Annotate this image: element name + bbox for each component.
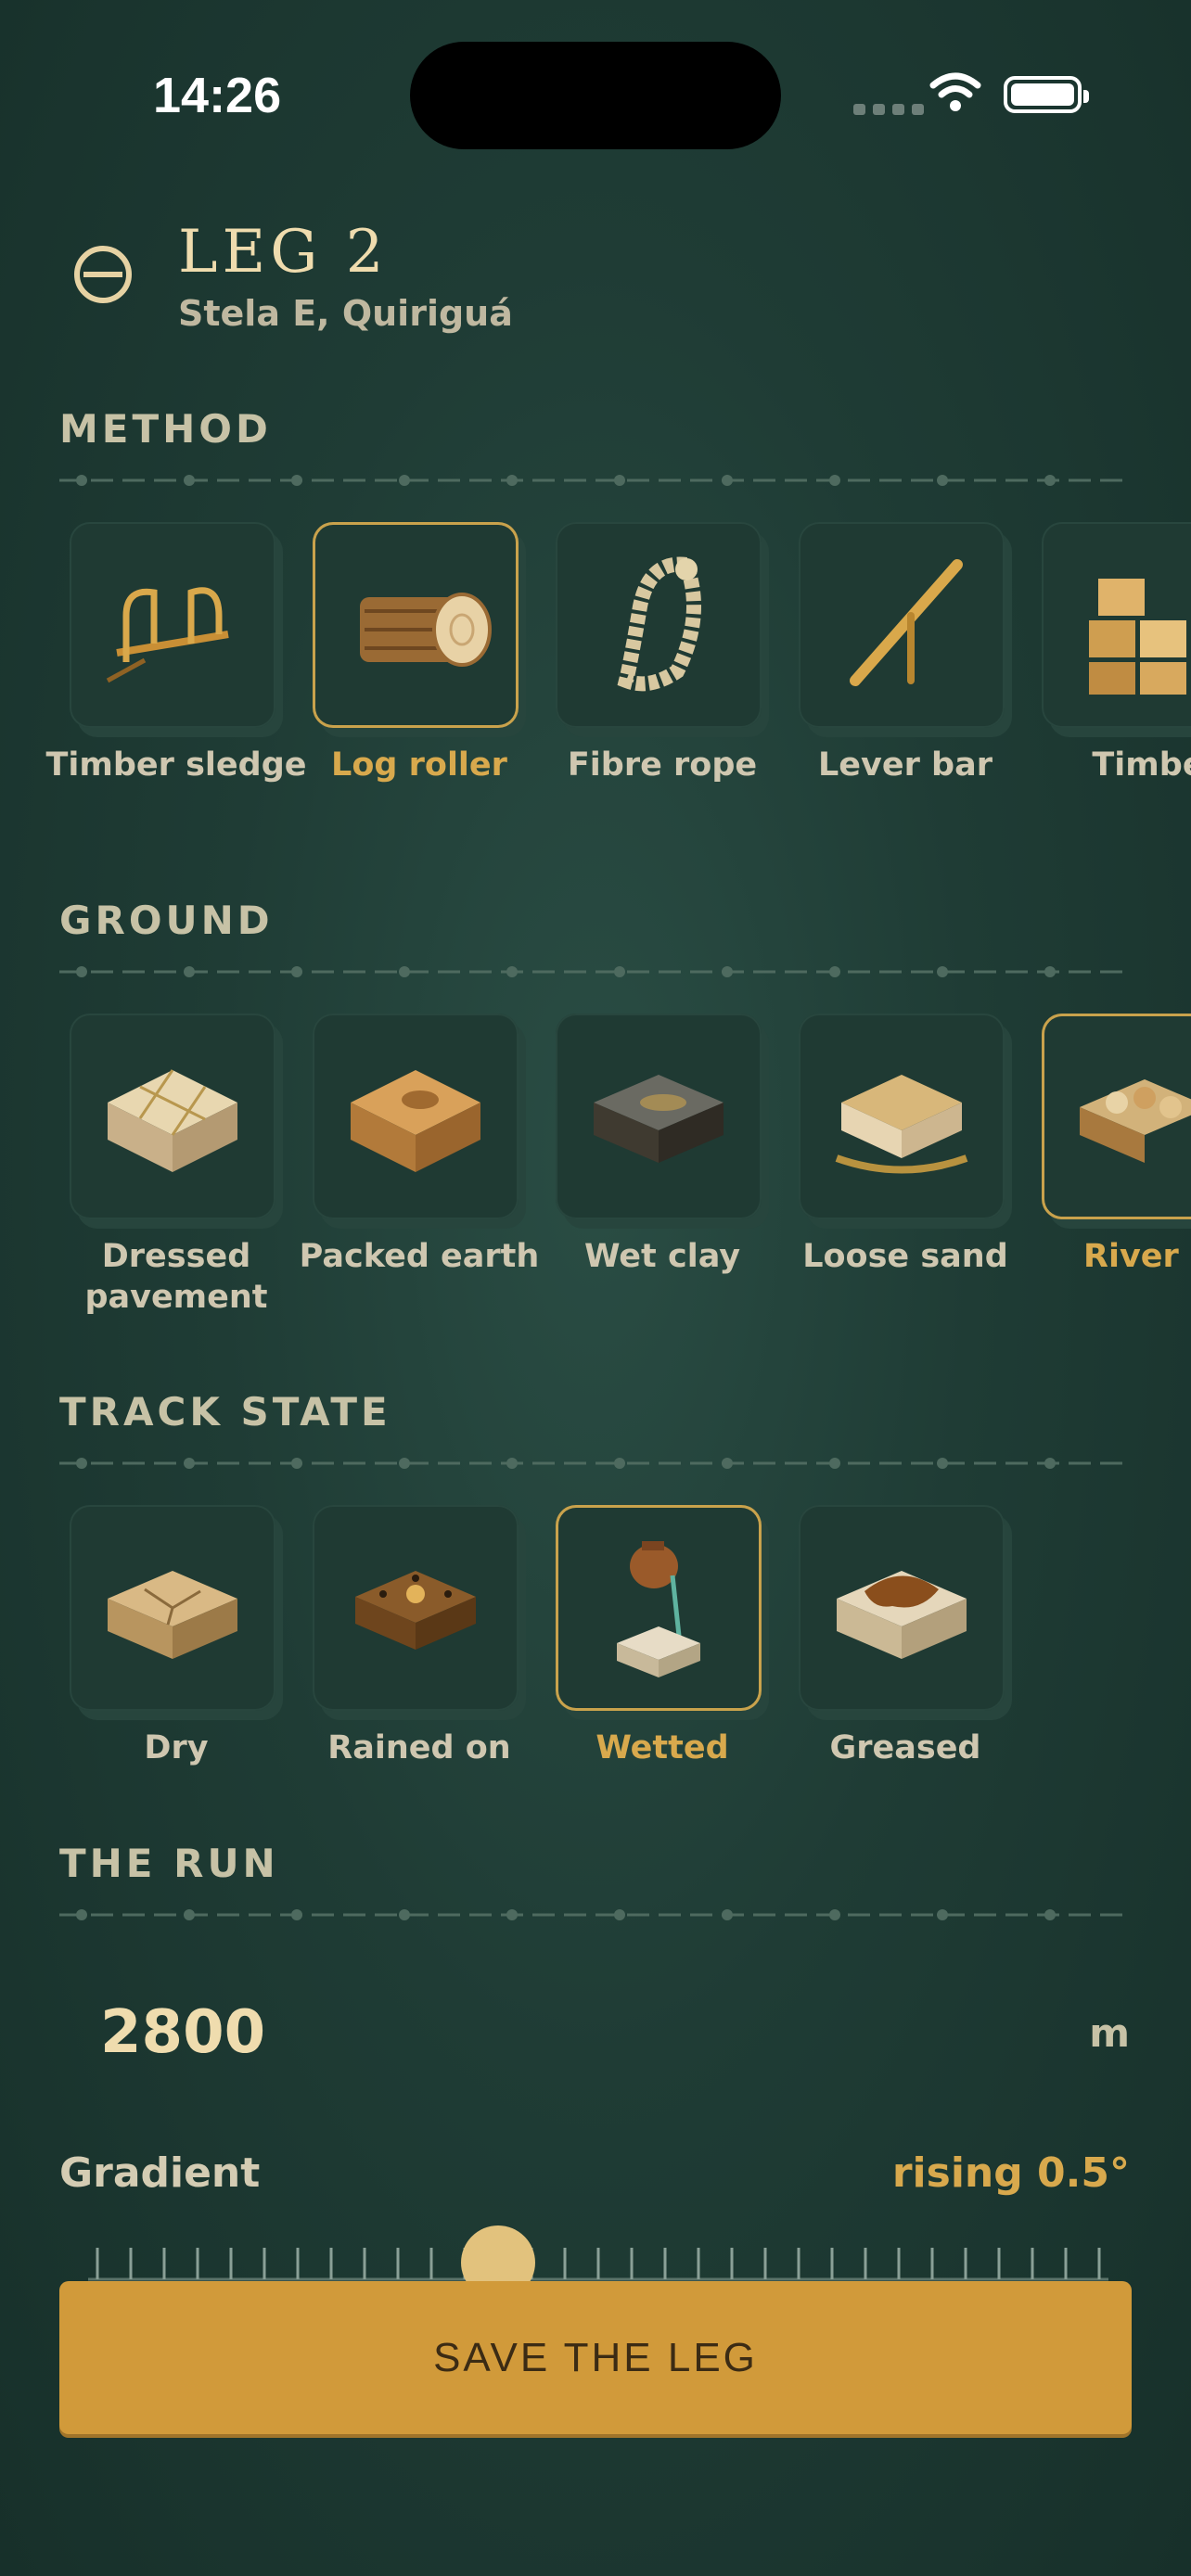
tile-card — [556, 1014, 762, 1219]
sledge-icon — [106, 587, 229, 683]
track-state-options-row: Dry Rained on Wetted Greased — [0, 1505, 1191, 1820]
collapse-circle-icon[interactable] — [74, 246, 132, 303]
tile-card — [1042, 1014, 1191, 1219]
section-title-ground: GROUND — [59, 898, 274, 943]
water-jug-icon — [617, 1541, 700, 1677]
tile-card — [313, 522, 519, 728]
section-divider — [59, 1909, 1132, 1920]
tile-label: Timber sledge — [45, 746, 307, 784]
tile-label: Greased — [829, 1729, 981, 1766]
leg-title: LEG 2 — [178, 218, 389, 287]
method-options-row: Timber sledge Log roller Fibre rope Leve… — [0, 522, 1191, 837]
pavement-icon — [108, 1069, 237, 1172]
tile-card — [1042, 522, 1191, 728]
tile-card — [313, 1014, 519, 1219]
tile-card — [556, 1505, 762, 1711]
tile-label: Log roller — [331, 746, 507, 784]
cellular-signal-icon — [853, 104, 924, 115]
rained-block-icon — [355, 1571, 476, 1650]
log-icon — [360, 593, 492, 667]
status-bar: 14:26 — [0, 0, 1191, 185]
section-divider — [59, 475, 1132, 486]
timber-blocks-icon — [1089, 579, 1186, 695]
tile-label: Lever bar — [818, 746, 992, 784]
section-divider — [59, 1458, 1132, 1469]
tile-label: Wet clay — [583, 1238, 741, 1275]
rope-icon — [617, 556, 701, 692]
tile-card — [799, 1505, 1005, 1711]
battery-icon — [1004, 76, 1089, 113]
tile-label: River g — [1083, 1238, 1191, 1275]
river-gravel-icon — [1080, 1079, 1191, 1163]
lever-icon — [850, 559, 963, 686]
tile-label: Rained on — [327, 1729, 511, 1766]
tile-card — [556, 522, 762, 728]
slider-ticks — [88, 2248, 1108, 2281]
dynamic-island — [410, 42, 781, 149]
earth-icon — [351, 1070, 480, 1172]
tile-card — [799, 522, 1005, 728]
gradient-label: Gradient — [59, 2149, 261, 2197]
tile-label: Dressed pavement — [84, 1238, 268, 1316]
section-title-track-state: TRACK STATE — [59, 1389, 391, 1435]
tile-card — [313, 1505, 519, 1711]
tile-label: Dry — [144, 1729, 209, 1766]
tile-card — [70, 1505, 275, 1711]
sand-icon — [835, 1075, 968, 1174]
status-time: 14:26 — [153, 68, 282, 123]
clay-icon — [594, 1075, 724, 1163]
save-leg-button[interactable]: SAVE THE LEG — [59, 2281, 1132, 2434]
tile-card — [799, 1014, 1005, 1219]
distance-unit: m — [1089, 2010, 1130, 2056]
section-title-the-run: THE RUN — [59, 1841, 279, 1886]
gradient-value: rising 0.5° — [891, 2149, 1130, 2197]
tile-label: Packed earth — [299, 1238, 540, 1275]
tile-label: Loose sand — [802, 1238, 1008, 1275]
dry-block-icon — [108, 1571, 237, 1659]
distance-input[interactable]: 2800 — [100, 1998, 265, 2067]
section-title-method: METHOD — [59, 406, 272, 452]
leg-subtitle: Stela E, Quiriguá — [178, 293, 513, 334]
greased-block-icon — [837, 1571, 967, 1659]
section-divider — [59, 966, 1132, 977]
tile-card — [70, 522, 275, 728]
tile-label: Fibre rope — [567, 746, 758, 784]
save-leg-label: SAVE THE LEG — [433, 2334, 758, 2380]
wifi-icon — [929, 72, 981, 111]
tile-label: Wetted — [596, 1729, 729, 1766]
ground-options-row: Dressed pavement Packed earth Wet clay L… — [0, 1014, 1191, 1329]
tile-label: Timbe — [1092, 746, 1191, 784]
tile-card — [70, 1014, 275, 1219]
